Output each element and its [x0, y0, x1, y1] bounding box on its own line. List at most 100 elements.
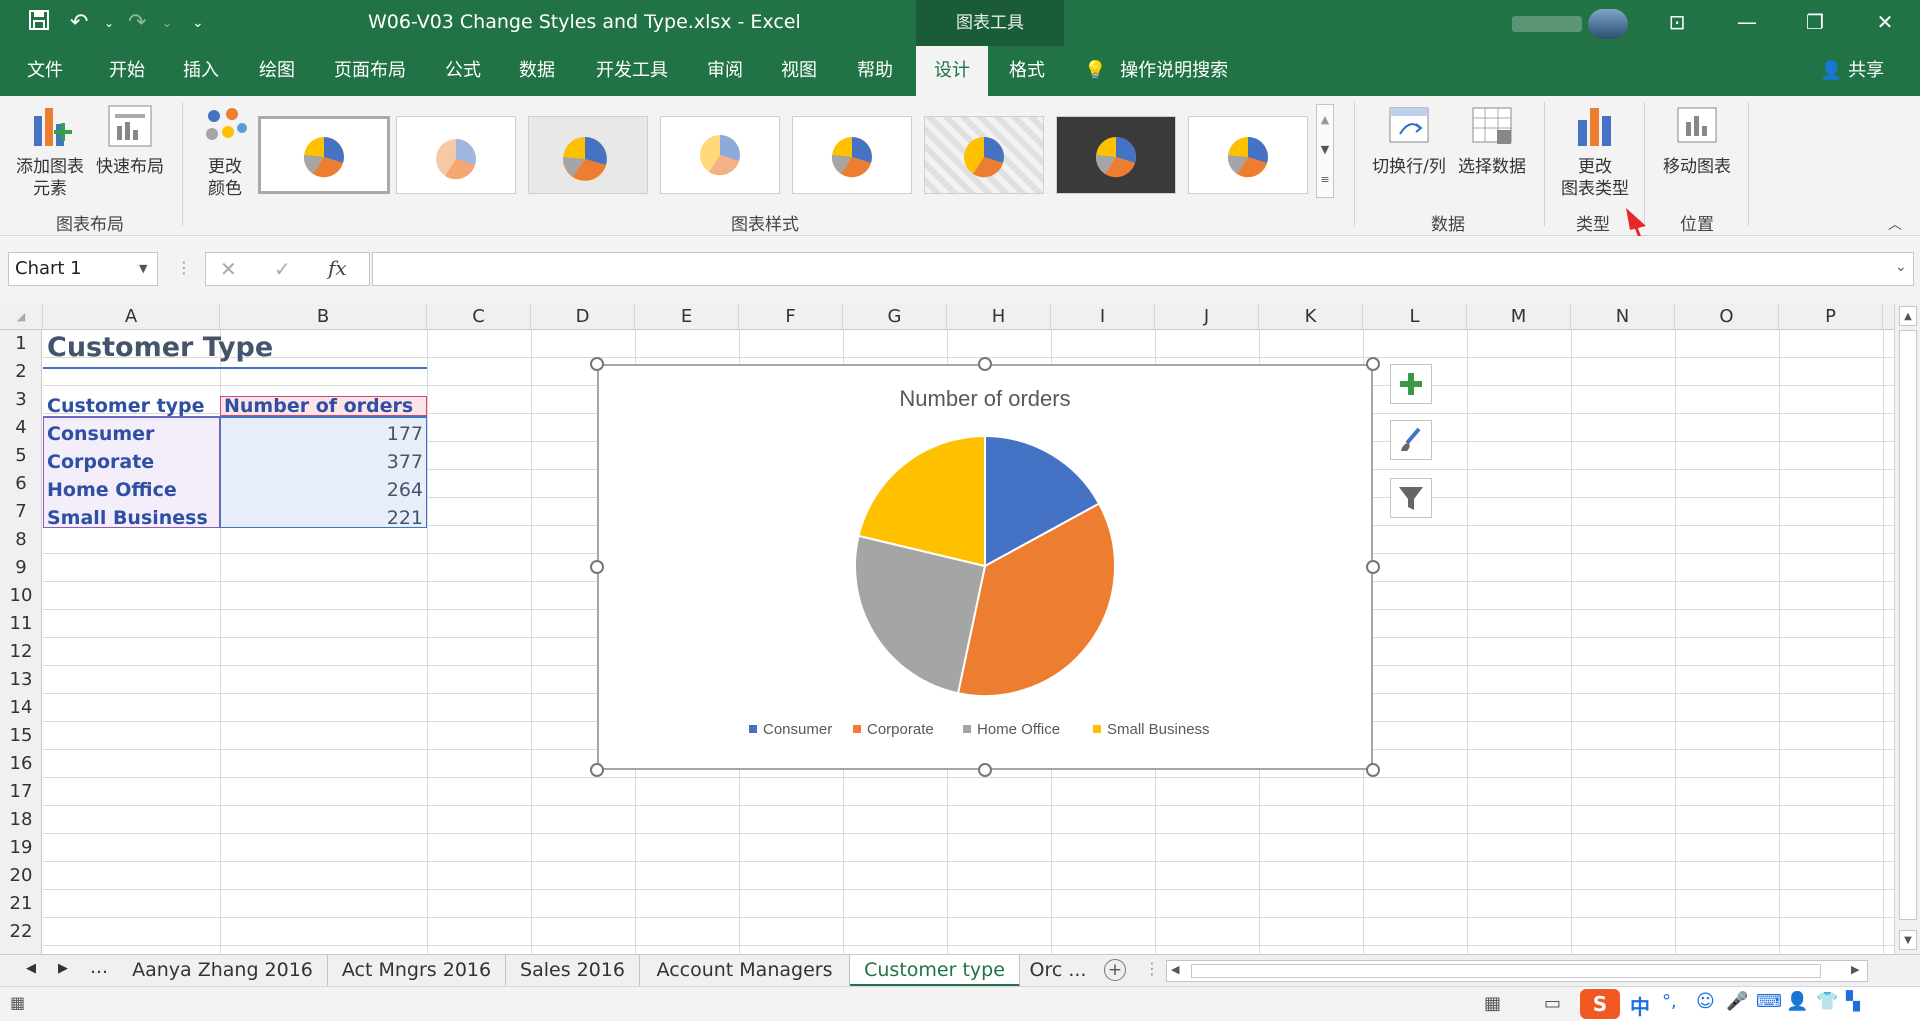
- tab-format[interactable]: 格式: [996, 46, 1058, 96]
- tab-formulas[interactable]: 公式: [432, 46, 494, 96]
- row-header[interactable]: 20: [0, 862, 42, 890]
- keyboard-icon[interactable]: ⌨: [1756, 991, 1782, 1012]
- column-header[interactable]: A: [43, 304, 220, 330]
- change-chart-type-button[interactable]: 更改 图表类型: [1552, 104, 1638, 200]
- tab-review[interactable]: 审阅: [694, 46, 756, 96]
- column-header[interactable]: E: [635, 304, 739, 330]
- tab-view[interactable]: 视图: [768, 46, 830, 96]
- scroll-up-icon[interactable]: ▲: [1317, 105, 1333, 135]
- row-header[interactable]: 9: [0, 554, 42, 582]
- add-chart-element-button[interactable]: 添加图表 元素: [10, 104, 90, 200]
- customer-type-cell[interactable]: Home Office: [47, 476, 177, 504]
- sheet-tab[interactable]: Act Mngrs 2016: [328, 955, 506, 987]
- toolbox-icon[interactable]: ▚: [1846, 991, 1860, 1012]
- tab-data[interactable]: 数据: [506, 46, 568, 96]
- resize-handle[interactable]: [590, 560, 604, 574]
- row-header[interactable]: 13: [0, 666, 42, 694]
- sheet-tab[interactable]: Orc ...: [1020, 955, 1096, 987]
- close-icon[interactable]: ✕: [1862, 8, 1908, 36]
- punctuation-icon[interactable]: °,: [1662, 991, 1677, 1012]
- collapse-ribbon-icon[interactable]: ︿: [1888, 214, 1902, 234]
- row-header[interactable]: 12: [0, 638, 42, 666]
- chart-style-8[interactable]: [1188, 116, 1308, 194]
- resize-handle[interactable]: [590, 763, 604, 777]
- scroll-up-icon[interactable]: ▲: [1899, 306, 1917, 326]
- vertical-scrollbar[interactable]: ▲ ▼: [1894, 304, 1920, 954]
- sogou-logo-icon[interactable]: S: [1580, 989, 1620, 1019]
- column-header[interactable]: L: [1363, 304, 1467, 330]
- minimize-icon[interactable]: —: [1724, 8, 1770, 36]
- column-header[interactable]: B: [220, 304, 427, 330]
- chart-style-1[interactable]: [258, 116, 390, 194]
- avatar[interactable]: [1588, 9, 1628, 39]
- redo-icon[interactable]: ↷: [128, 9, 146, 37]
- tab-help[interactable]: 帮助: [844, 46, 906, 96]
- orders-cell[interactable]: 264: [220, 476, 423, 504]
- legend-label[interactable]: Small Business: [1107, 721, 1210, 738]
- column-header[interactable]: J: [1155, 304, 1259, 330]
- resize-handle[interactable]: [978, 763, 992, 777]
- undo-dropdown-icon[interactable]: ⌄: [104, 9, 114, 37]
- more-sheets-icon[interactable]: …: [90, 957, 108, 978]
- pie-chart[interactable]: Number of orders Consumer Corporate Home O…: [597, 364, 1373, 770]
- emoji-icon[interactable]: ☺: [1696, 991, 1715, 1012]
- chart-styles-button[interactable]: [1390, 420, 1432, 460]
- row-header[interactable]: 6: [0, 470, 42, 498]
- chart-style-2[interactable]: [396, 116, 516, 194]
- column-header[interactable]: H: [947, 304, 1051, 330]
- resize-handle[interactable]: [1366, 763, 1380, 777]
- restore-icon[interactable]: ❐: [1792, 8, 1838, 36]
- customer-type-cell[interactable]: Corporate: [47, 448, 154, 476]
- share-button[interactable]: 👤 共享: [1820, 46, 1884, 96]
- column-header[interactable]: M: [1467, 304, 1571, 330]
- row-header[interactable]: 18: [0, 806, 42, 834]
- save-icon[interactable]: [28, 9, 50, 39]
- row-header[interactable]: 19: [0, 834, 42, 862]
- customer-type-cell[interactable]: Small Business: [47, 504, 208, 532]
- change-colors-button[interactable]: 更改 颜色: [190, 104, 260, 200]
- tell-me-search[interactable]: 💡 操作说明搜索: [1084, 46, 1228, 96]
- column-header[interactable]: C: [427, 304, 531, 330]
- chart-title[interactable]: Number of orders: [899, 386, 1070, 411]
- chart-legend[interactable]: Consumer Corporate Home Office Small Busine…: [749, 721, 1210, 738]
- scroll-down-icon[interactable]: ▼: [1899, 930, 1917, 950]
- page-layout-view-icon[interactable]: ▭: [1544, 993, 1561, 1014]
- switch-row-column-button[interactable]: 切换行/列: [1364, 104, 1454, 178]
- insert-function-icon[interactable]: fx: [328, 256, 347, 280]
- row-header[interactable]: 3: [0, 386, 42, 414]
- horizontal-scrollbar[interactable]: ◀ ▶: [1166, 960, 1868, 982]
- legend-label[interactable]: Consumer: [763, 721, 832, 738]
- name-box-dropdown-icon[interactable]: ▼: [139, 253, 147, 285]
- move-chart-button[interactable]: 移动图表: [1654, 104, 1740, 178]
- row-header[interactable]: 22: [0, 918, 42, 946]
- resize-handle[interactable]: [1366, 357, 1380, 371]
- orders-cell[interactable]: 377: [220, 448, 423, 476]
- user-icon[interactable]: 👤: [1786, 991, 1808, 1012]
- column-header[interactable]: N: [1571, 304, 1675, 330]
- voice-icon[interactable]: 🎤: [1726, 991, 1748, 1012]
- horizontal-scroll-thumb[interactable]: [1191, 964, 1821, 978]
- column-header[interactable]: G: [843, 304, 947, 330]
- row-header[interactable]: 14: [0, 694, 42, 722]
- sheet-tab-active[interactable]: Customer type: [850, 955, 1020, 987]
- new-sheet-icon[interactable]: +: [1104, 959, 1126, 981]
- expand-formula-icon[interactable]: ⌄: [1895, 259, 1907, 275]
- scroll-thumb[interactable]: [1899, 330, 1917, 920]
- scroll-left-icon[interactable]: ◀: [1171, 963, 1179, 976]
- skin-icon[interactable]: 👕: [1816, 991, 1838, 1012]
- normal-view-icon[interactable]: ▦: [1484, 993, 1501, 1014]
- next-sheet-icon[interactable]: ▶: [58, 961, 68, 976]
- row-header[interactable]: 17: [0, 778, 42, 806]
- chart-style-4[interactable]: [660, 116, 780, 194]
- select-all-corner[interactable]: ◢: [0, 304, 43, 330]
- tab-page-layout[interactable]: 页面布局: [322, 46, 418, 96]
- header-number-of-orders[interactable]: Number of orders: [224, 392, 413, 420]
- resize-handle[interactable]: [1366, 560, 1380, 574]
- row-header[interactable]: 7: [0, 498, 42, 526]
- row-header[interactable]: 1: [0, 330, 42, 358]
- row-header[interactable]: 5: [0, 442, 42, 470]
- redo-dropdown-icon[interactable]: ⌄: [162, 9, 172, 37]
- chart-style-7[interactable]: [1056, 116, 1176, 194]
- chart-filters-button[interactable]: [1390, 478, 1432, 518]
- legend-label[interactable]: Corporate: [867, 721, 934, 738]
